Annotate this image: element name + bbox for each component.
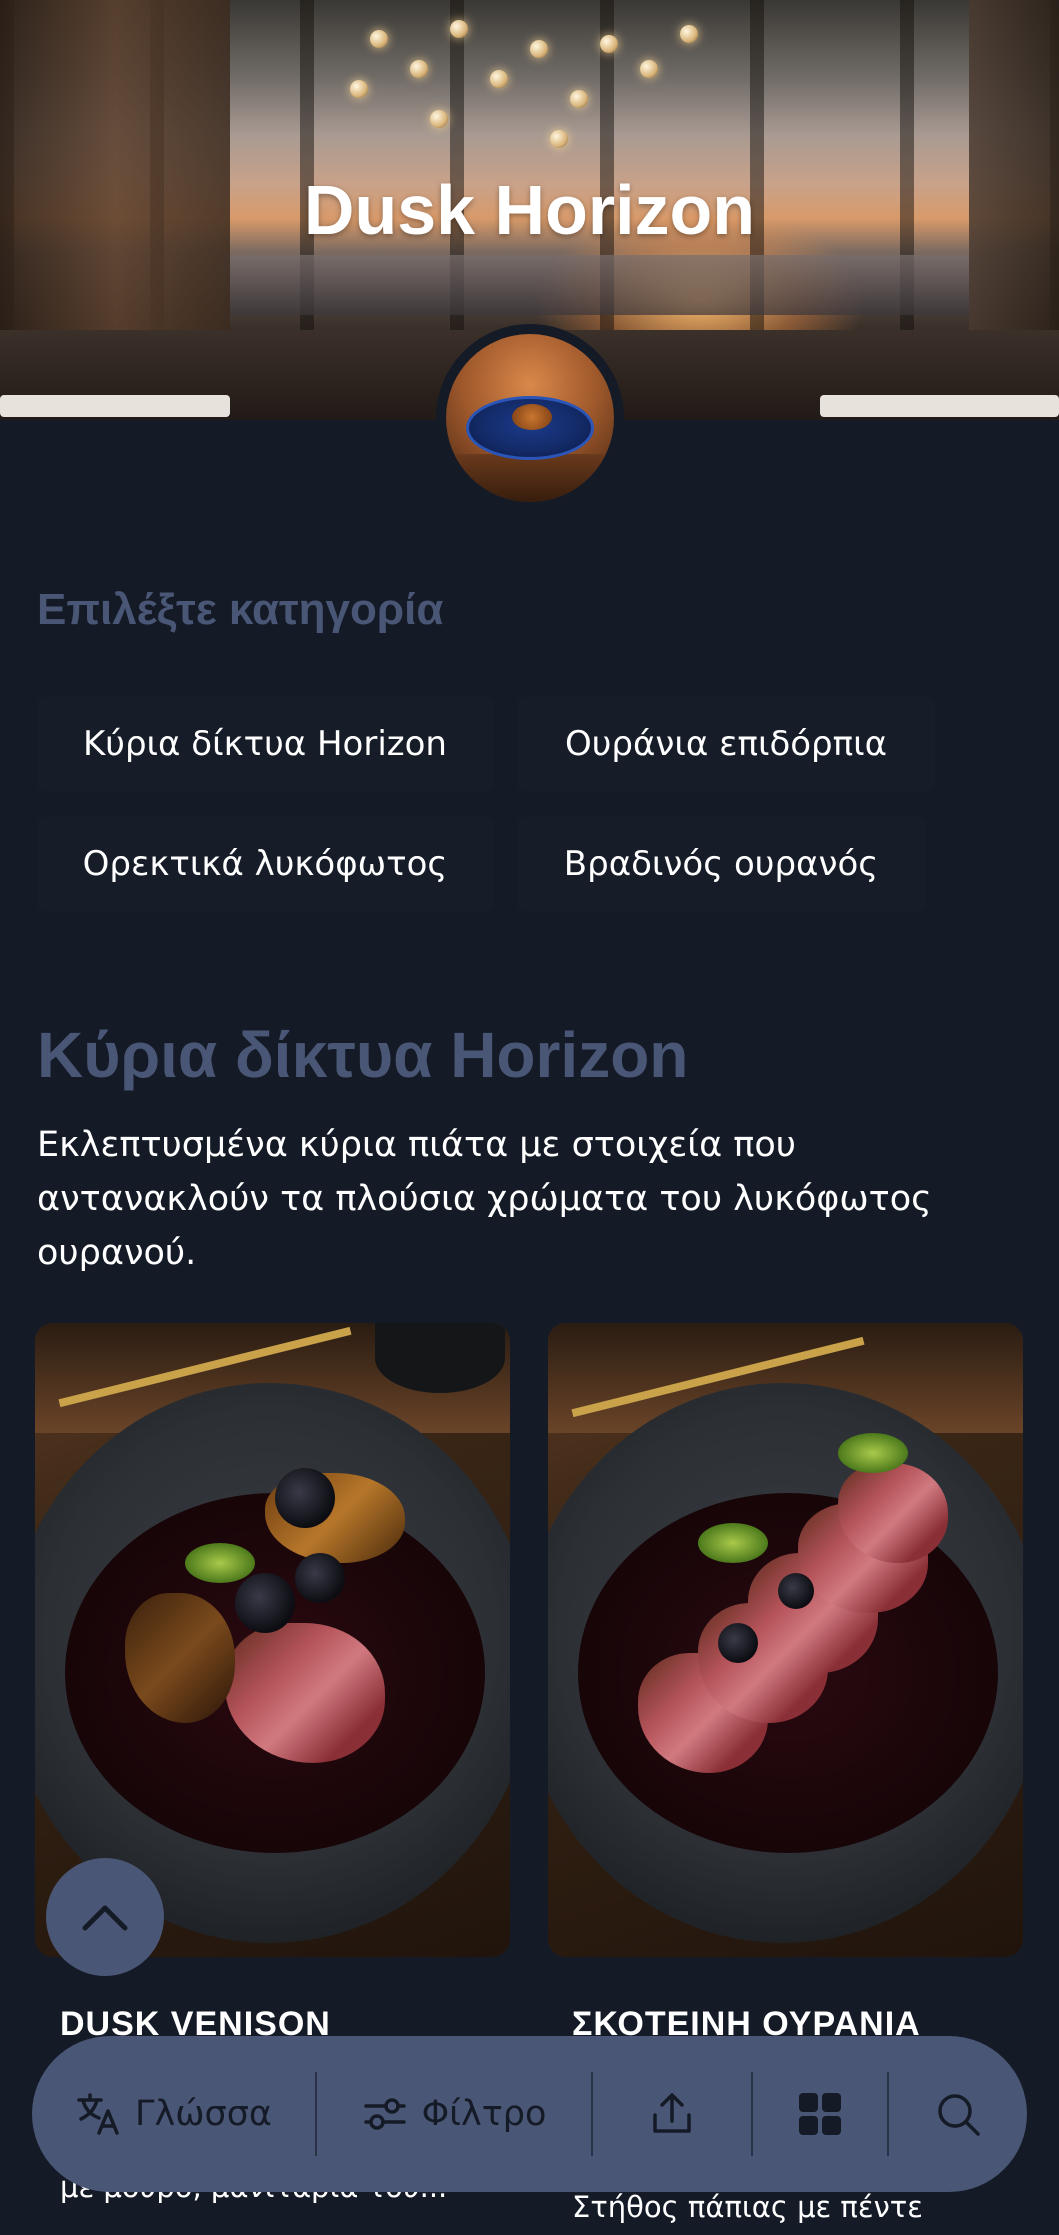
- category-chip-desserts[interactable]: Ουράνια επιδόρπια: [517, 697, 935, 791]
- search-icon: [938, 2094, 980, 2136]
- filter-icon: [363, 2098, 406, 2130]
- scroll-to-top-button[interactable]: [46, 1858, 164, 1976]
- bottom-toolbar: Γλώσσα Φίλτρο: [32, 2036, 1027, 2192]
- filter-label: Φίλτρο: [421, 2094, 547, 2134]
- language-label: Γλώσσα: [135, 2094, 272, 2134]
- share-icon: [653, 2093, 691, 2133]
- section-description: Εκλεπτυσμένα κύρια πιάτα με στοιχεία που…: [37, 1125, 932, 1273]
- search-button[interactable]: [889, 2036, 1027, 2192]
- category-chip-evening-sky[interactable]: Βραδινός ουρανός: [517, 817, 925, 911]
- grid-view-button[interactable]: [753, 2036, 887, 2192]
- language-button[interactable]: Γλώσσα: [32, 2036, 315, 2192]
- grid-icon: [799, 2093, 841, 2135]
- category-chip-main[interactable]: Κύρια δίκτυα Horizon: [37, 697, 493, 791]
- chandelier-image: [290, 0, 730, 160]
- chevron-up-icon: [82, 1905, 128, 1931]
- table-cloth: [820, 395, 1059, 417]
- category-chip-label: Ορεκτικά λυκόφωτος: [82, 844, 448, 884]
- dish-description: Στήθος πάπιας με πέντε: [572, 2190, 923, 2224]
- translate-icon: [77, 2093, 119, 2135]
- restaurant-logo: [436, 324, 624, 512]
- restaurant-name: Dusk Horizon: [303, 171, 756, 249]
- dish-image[interactable]: [548, 1323, 1023, 1957]
- category-chip-label: Κύρια δίκτυα Horizon: [83, 724, 447, 764]
- filter-button[interactable]: Φίλτρο: [317, 2036, 591, 2192]
- section-title: Κύρια δίκτυα Horizon: [37, 1019, 689, 1091]
- share-button[interactable]: [593, 2036, 751, 2192]
- table-cloth: [0, 395, 230, 417]
- category-chip-appetizers[interactable]: Ορεκτικά λυκόφωτος: [37, 817, 493, 911]
- category-chip-label: Ουράνια επιδόρπια: [564, 724, 888, 764]
- category-chip-label: Βραδινός ουρανός: [563, 844, 879, 884]
- category-heading: Επιλέξτε κατηγορία: [37, 585, 444, 634]
- hero-sea: [220, 255, 980, 315]
